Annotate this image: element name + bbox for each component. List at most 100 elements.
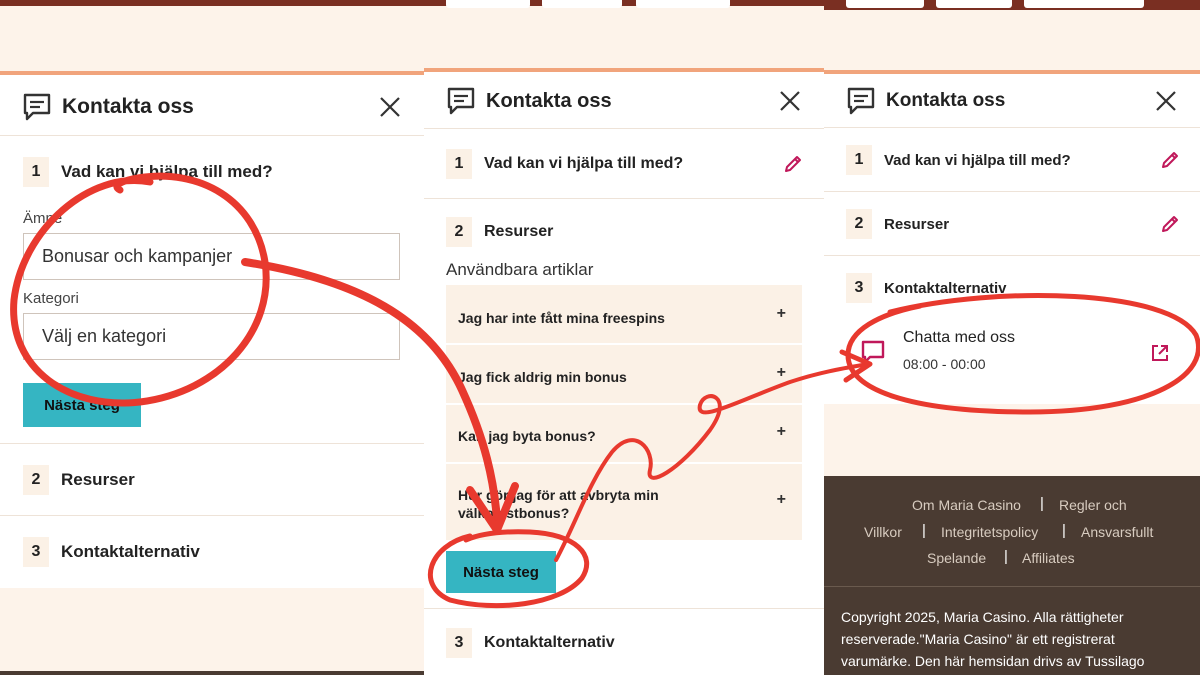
top-bar [0, 0, 424, 6]
article-title-line2: välkomstbonus? [458, 505, 570, 521]
pencil-icon[interactable] [1160, 214, 1180, 234]
divider [0, 443, 424, 444]
page-title: Kontakta oss [486, 89, 612, 112]
bottom-strip [0, 671, 424, 675]
footer-link-spelande[interactable]: Spelande [927, 550, 986, 566]
article-item[interactable]: Jag har inte fått mina freespins + [446, 285, 802, 344]
step-number: 1 [846, 145, 872, 175]
step-3[interactable]: 3 Kontaktalternativ [23, 537, 200, 567]
page-title: Kontakta oss [62, 95, 194, 118]
article-title: Kan jag byta bonus? [458, 428, 596, 444]
step-label: Resurser [484, 223, 554, 240]
category-value: Välj en kategori [42, 326, 167, 346]
step-label: Vad kan vi hjälpa till med? [484, 155, 684, 172]
chat-bubble-icon [847, 87, 875, 115]
footer-separator: | [922, 522, 926, 539]
step-label: Kontaktalternativ [61, 542, 200, 561]
footer-link-integritet[interactable]: Integritetspolicy [941, 524, 1038, 540]
step-number: 3 [846, 273, 872, 303]
category-select[interactable]: Välj en kategori [23, 313, 400, 360]
next-step-button[interactable]: Nästa steg [446, 551, 556, 593]
article-title: Jag fick aldrig min bonus [458, 369, 627, 385]
article-title: Jag har inte fått mina freespins [458, 310, 665, 326]
article-title: Hur gör jag för att avbryta min [458, 487, 659, 503]
step-1[interactable]: 1 Vad kan vi hjälpa till med? [846, 145, 1071, 175]
article-item[interactable]: Hur gör jag för att avbryta min välkomst… [446, 464, 802, 541]
contact-sheet: Kontakta oss 1 Vad kan vi hjälpa till me… [0, 75, 424, 588]
close-icon[interactable] [1154, 89, 1178, 113]
step-2[interactable]: 2 Resurser [23, 465, 135, 495]
footer-link-affiliates[interactable]: Affiliates [1022, 550, 1075, 566]
step-label: Resurser [61, 470, 135, 489]
step-3: 3 Kontaktalternativ [846, 273, 1007, 303]
top-badge [542, 0, 622, 8]
footer-link-ansvar[interactable]: Ansvarsfullt [1081, 524, 1153, 540]
chat-option[interactable]: Chatta med oss 08:00 - 00:00 [854, 319, 1174, 379]
footer-link-regler[interactable]: Regler och [1059, 497, 1127, 513]
step-number: 3 [23, 537, 49, 567]
chat-bubble-icon [447, 87, 475, 115]
chat-hours: 08:00 - 00:00 [903, 356, 986, 372]
step-label: Kontaktalternativ [884, 279, 1007, 297]
subject-label: Ämne [23, 210, 63, 227]
sheet-header: Kontakta oss [0, 89, 424, 125]
footer-separator: | [1040, 495, 1044, 512]
divider [824, 191, 1200, 192]
page-title: Kontakta oss [886, 90, 1006, 111]
pencil-icon[interactable] [1160, 150, 1180, 170]
chat-bubble-icon [23, 93, 51, 121]
step-2[interactable]: 2 Resurser [846, 209, 949, 239]
step-number: 2 [446, 217, 472, 247]
step-1: 1 Vad kan vi hjälpa till med? [23, 157, 273, 187]
chat-title: Chatta med oss [903, 329, 1016, 346]
step-number: 1 [446, 149, 472, 179]
footer-separator: | [1062, 522, 1066, 539]
close-icon[interactable] [378, 95, 402, 119]
step-label: Vad kan vi hjälpa till med? [884, 151, 1071, 169]
top-badge [846, 0, 924, 8]
subject-value: Bonusar och kampanjer [42, 246, 233, 266]
next-step-button[interactable]: Nästa steg [23, 383, 141, 427]
plus-icon[interactable]: + [777, 364, 786, 382]
articles-subtitle: Användbara artiklar [446, 260, 594, 279]
step-label: Resurser [884, 215, 950, 233]
divider [0, 515, 424, 516]
plus-icon[interactable]: + [777, 423, 786, 441]
step-number: 2 [23, 465, 49, 495]
article-item[interactable]: Jag fick aldrig min bonus + [446, 345, 802, 404]
step-1[interactable]: 1 Vad kan vi hjälpa till med? [446, 149, 683, 179]
top-badge [936, 0, 1012, 8]
plus-icon[interactable]: + [777, 491, 786, 509]
step-label: Kontaktalternativ [484, 634, 615, 651]
sheet-header: Kontakta oss [824, 84, 1200, 118]
category-label: Kategori [23, 290, 79, 307]
top-badge [1024, 0, 1144, 8]
step-number: 2 [846, 209, 872, 239]
footer-separator: | [1004, 548, 1008, 565]
divider [424, 198, 824, 199]
step-2: 2 Resurser [446, 217, 553, 247]
footer-link-om[interactable]: Om Maria Casino [912, 497, 1021, 513]
step-number: 1 [23, 157, 49, 187]
footer-link-villkor[interactable]: Villkor [864, 524, 902, 540]
sheet-header: Kontakta oss [424, 84, 824, 118]
divider [424, 608, 824, 609]
contact-sheet: Kontakta oss 1 Vad kan vi hjälpa till me… [824, 74, 1200, 404]
top-badge [446, 0, 530, 8]
divider [824, 255, 1200, 256]
pencil-icon[interactable] [783, 154, 803, 174]
subject-select[interactable]: Bonusar och kampanjer [23, 233, 400, 280]
step-number: 3 [446, 628, 472, 658]
divider [424, 128, 824, 129]
top-badge [636, 0, 730, 8]
external-link-icon[interactable] [1150, 343, 1170, 363]
footer-divider [824, 586, 1200, 587]
step-3[interactable]: 3 Kontaktalternativ [446, 628, 615, 658]
panel-step-1: Kontakta oss 1 Vad kan vi hjälpa till me… [0, 0, 424, 675]
panel-step-3: Kontakta oss 1 Vad kan vi hjälpa till me… [824, 0, 1200, 675]
article-item[interactable]: Kan jag byta bonus? + [446, 405, 802, 463]
divider [824, 127, 1200, 128]
close-icon[interactable] [778, 89, 802, 113]
plus-icon[interactable]: + [777, 305, 786, 323]
step-label: Vad kan vi hjälpa till med? [61, 162, 273, 181]
